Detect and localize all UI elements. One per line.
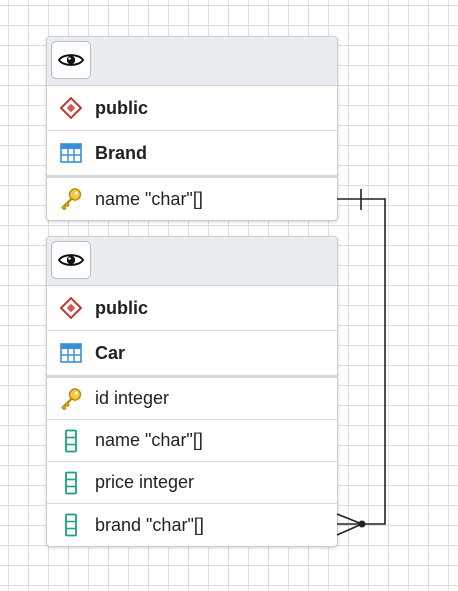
crowfoot-lower [336,523,363,536]
relationship-edge[interactable] [0,0,458,591]
edge-joint [358,520,366,528]
edge-line [337,198,386,525]
crowfoot-upper [336,513,363,525]
